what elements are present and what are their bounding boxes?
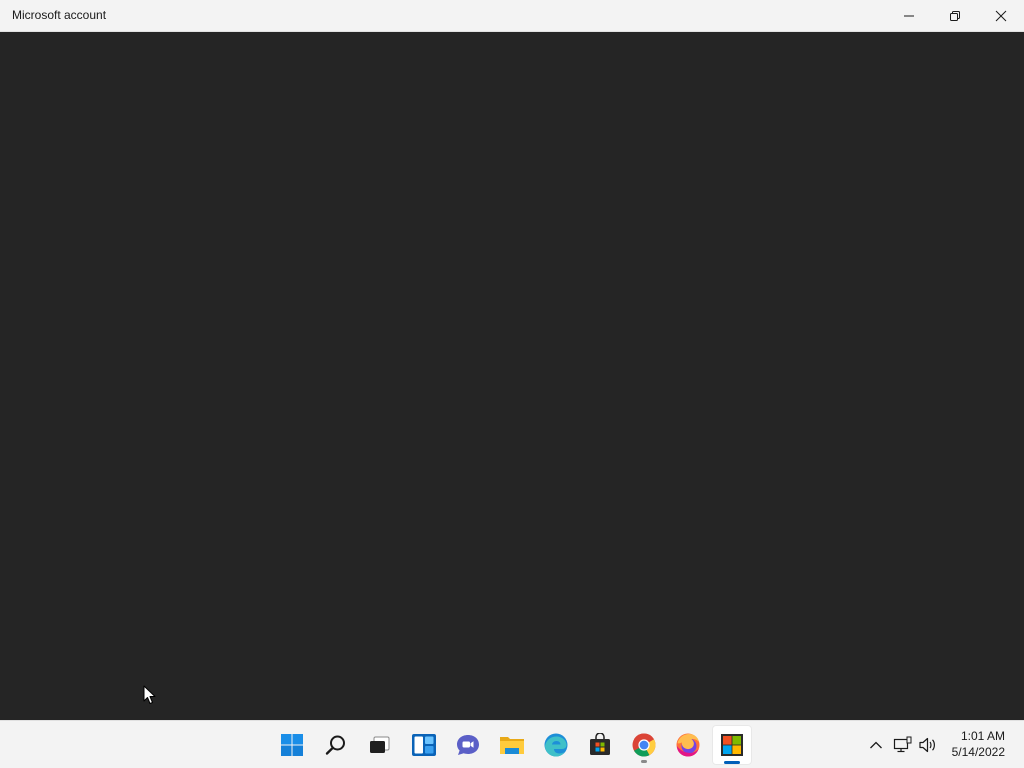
search-icon (325, 735, 345, 755)
teams-chat-icon (457, 735, 479, 755)
chevron-up-icon (870, 741, 882, 749)
widgets-icon (412, 734, 436, 756)
mouse-pointer-icon (143, 685, 156, 704)
network-icon (893, 736, 912, 753)
taskbar: 1:01 AM 5/14/2022 (0, 720, 1024, 768)
microsoft-account-icon (721, 734, 743, 756)
teams-chat-button[interactable] (448, 725, 488, 765)
file-explorer-button[interactable] (492, 725, 532, 765)
title-bar[interactable]: Microsoft account (0, 0, 1024, 32)
firefox-icon (676, 733, 700, 757)
close-icon (995, 10, 1007, 21)
microsoft-account-window: Microsoft account (0, 0, 1024, 720)
volume-icon (919, 737, 935, 753)
file-explorer-icon (500, 737, 524, 754)
edge-button[interactable] (536, 725, 576, 765)
task-view-icon (370, 736, 390, 753)
running-indicator (641, 760, 647, 763)
show-hidden-icons-button[interactable] (865, 733, 887, 757)
clock-date: 5/14/2022 (951, 745, 1005, 759)
chrome-icon (632, 733, 656, 757)
task-view-button[interactable] (360, 725, 400, 765)
search-button[interactable] (316, 725, 356, 765)
microsoft-account-taskbar-button[interactable] (712, 725, 752, 765)
start-icon (281, 734, 303, 756)
clock-time: 1:01 AM (960, 729, 1005, 743)
firefox-button[interactable] (668, 725, 708, 765)
edge-icon (544, 733, 568, 757)
widgets-button[interactable] (404, 725, 444, 765)
system-clock[interactable]: 1:01 AM 5/14/2022 (952, 728, 1005, 760)
minimize-button[interactable] (886, 0, 932, 31)
volume-button[interactable] (917, 733, 939, 757)
start-button[interactable] (272, 725, 312, 765)
restore-icon (950, 10, 960, 21)
window-content-area (0, 32, 1024, 720)
microsoft-store-icon (590, 733, 610, 755)
restore-button[interactable] (932, 0, 978, 31)
network-status-button[interactable] (892, 733, 914, 757)
chrome-button[interactable] (624, 725, 664, 765)
window-title: Microsoft account (12, 8, 107, 22)
microsoft-store-button[interactable] (580, 725, 620, 765)
minimize-icon (904, 15, 914, 16)
active-app-indicator (724, 761, 740, 764)
close-button[interactable] (978, 0, 1024, 31)
